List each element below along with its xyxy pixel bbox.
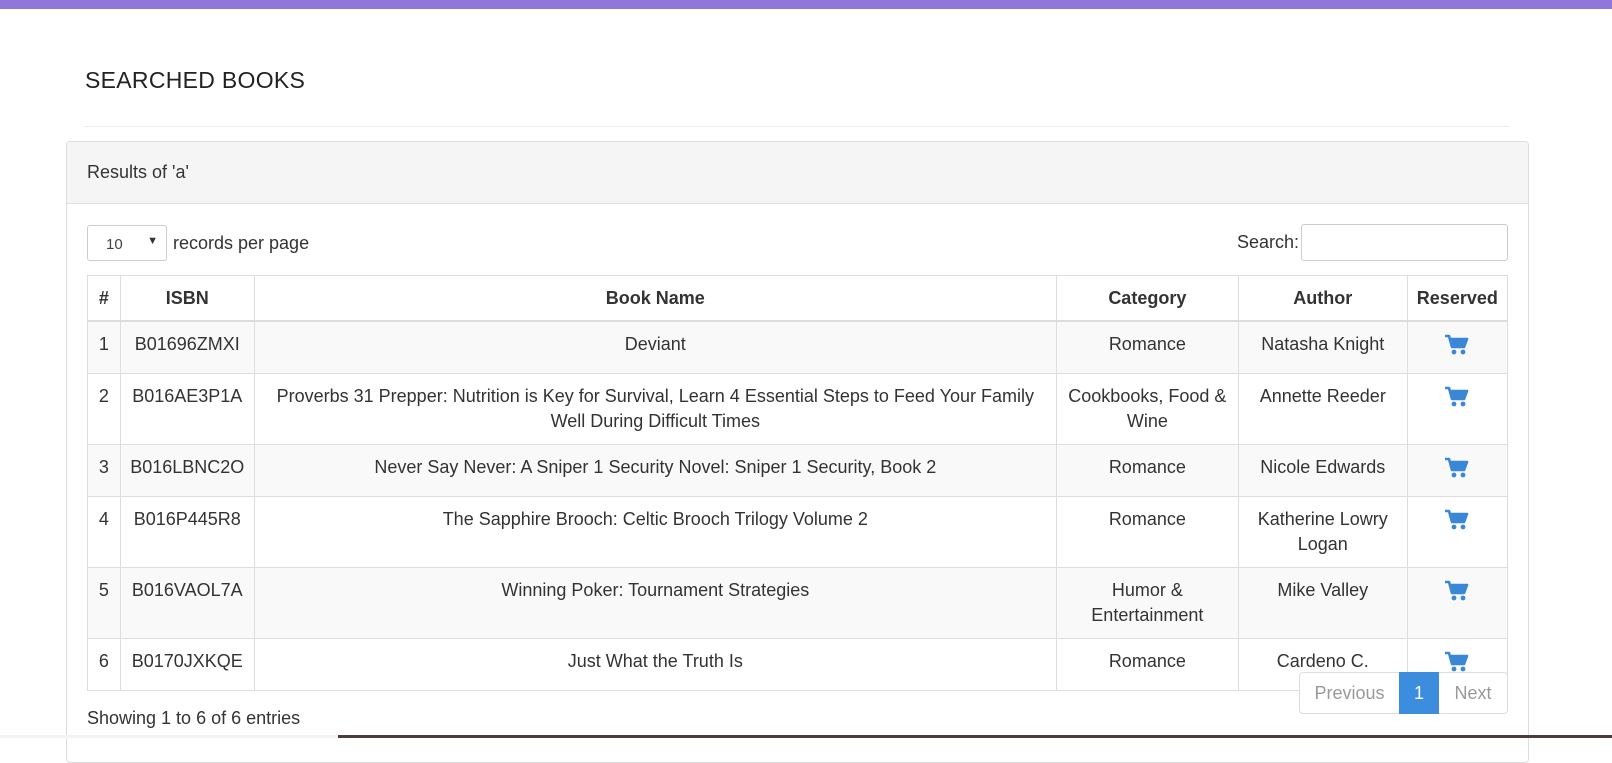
records-per-page-select[interactable]: 10 ▼ <box>87 225 167 261</box>
cart-icon[interactable] <box>1444 509 1470 531</box>
book-name-cell: Never Say Never: A Sniper 1 Security Nov… <box>253 444 1057 497</box>
cart-icon[interactable] <box>1444 334 1470 356</box>
reserved-cell <box>1406 320 1509 374</box>
category-cell: Cookbooks, Food & Wine <box>1055 373 1239 445</box>
panel-heading: Results of 'a' <box>67 142 1528 204</box>
author-cell: Nicole Edwards <box>1237 444 1408 497</box>
results-heading: Results of 'a' <box>87 162 189 182</box>
reserved-cell <box>1406 567 1509 639</box>
search-control: Search: <box>1237 224 1508 261</box>
author-cell: Annette Reeder <box>1237 373 1408 445</box>
book-name-cell: Proverbs 31 Prepper: Nutrition is Key fo… <box>253 373 1057 445</box>
column-header-reserved[interactable]: Reserved <box>1406 275 1509 322</box>
table-header-row: # ISBN Book Name Category Author Reserve… <box>87 275 1509 322</box>
column-header-category[interactable]: Category <box>1055 275 1239 322</box>
search-label: Search: <box>1236 232 1299 252</box>
column-header-number[interactable]: # <box>87 275 121 322</box>
book-name-cell: Winning Poker: Tournament Strategies <box>253 567 1057 639</box>
records-per-page-control: 10 ▼ records per page <box>87 224 309 262</box>
pagination: Previous 1 Next <box>1299 672 1508 714</box>
results-panel: Results of 'a' 10 ▼ records per page Sea… <box>66 141 1529 763</box>
category-cell: Romance <box>1055 444 1239 497</box>
table-row: 1 B01696ZMXI Deviant Romance Natasha Kni… <box>87 320 1509 374</box>
table-row: 4 B016P445R8 The Sapphire Brooch: Celtic… <box>87 496 1509 568</box>
category-cell: Humor & Entertainment <box>1055 567 1239 639</box>
table-info: Showing 1 to 6 of 6 entries <box>87 708 301 728</box>
records-per-page-label: records per page <box>173 232 310 253</box>
top-accent-bar <box>0 0 1612 9</box>
isbn-cell: B016LBNC2O <box>119 444 255 497</box>
book-name-cell: The Sapphire Brooch: Celtic Brooch Trilo… <box>253 496 1057 568</box>
book-name-cell: Just What the Truth Is <box>253 638 1057 691</box>
category-cell: Romance <box>1055 320 1239 374</box>
row-number: 6 <box>87 638 121 691</box>
next-page-button[interactable]: Next <box>1438 672 1508 714</box>
page-button-1[interactable]: 1 <box>1399 672 1439 714</box>
isbn-cell: B0170JXKQE <box>119 638 255 691</box>
row-number: 5 <box>87 567 121 639</box>
author-cell: Natasha Knight <box>1237 320 1408 374</box>
category-cell: Romance <box>1055 496 1239 568</box>
table-row: 2 B016AE3P1A Proverbs 31 Prepper: Nutrit… <box>87 373 1509 445</box>
table-row: 6 B0170JXKQE Just What the Truth Is Roma… <box>87 638 1509 691</box>
row-number: 2 <box>87 373 121 445</box>
author-cell: Katherine Lowry Logan <box>1237 496 1408 568</box>
search-input[interactable] <box>1301 224 1508 261</box>
column-header-author[interactable]: Author <box>1237 275 1408 322</box>
books-table: # ISBN Book Name Category Author Reserve… <box>87 275 1509 691</box>
isbn-cell: B016VAOL7A <box>119 567 255 639</box>
row-number: 4 <box>87 496 121 568</box>
category-cell: Romance <box>1055 638 1239 691</box>
reserved-cell <box>1406 444 1509 497</box>
reserved-cell <box>1406 496 1509 568</box>
table-row: 5 B016VAOL7A Winning Poker: Tournament S… <box>87 567 1509 639</box>
cart-icon[interactable] <box>1444 386 1470 408</box>
row-number: 3 <box>87 444 121 497</box>
isbn-cell: B016P445R8 <box>119 496 255 568</box>
row-number: 1 <box>87 320 121 374</box>
select-caret-icon: ▼ <box>147 235 158 247</box>
author-cell: Mike Valley <box>1237 567 1408 639</box>
isbn-cell: B01696ZMXI <box>119 320 255 374</box>
previous-page-button[interactable]: Previous <box>1299 672 1400 714</box>
cart-icon[interactable] <box>1444 651 1470 673</box>
column-header-book-name[interactable]: Book Name <box>253 275 1057 322</box>
cart-icon[interactable] <box>1444 457 1470 479</box>
cart-icon[interactable] <box>1444 580 1470 602</box>
table-row: 3 B016LBNC2O Never Say Never: A Sniper 1… <box>87 444 1509 497</box>
column-header-isbn[interactable]: ISBN <box>119 275 255 322</box>
records-per-page-value: 10 <box>106 236 123 253</box>
reserved-cell <box>1406 373 1509 445</box>
title-divider <box>84 126 1510 127</box>
page-title: SEARCHED BOOKS <box>85 67 306 93</box>
isbn-cell: B016AE3P1A <box>119 373 255 445</box>
book-name-cell: Deviant <box>253 320 1057 374</box>
